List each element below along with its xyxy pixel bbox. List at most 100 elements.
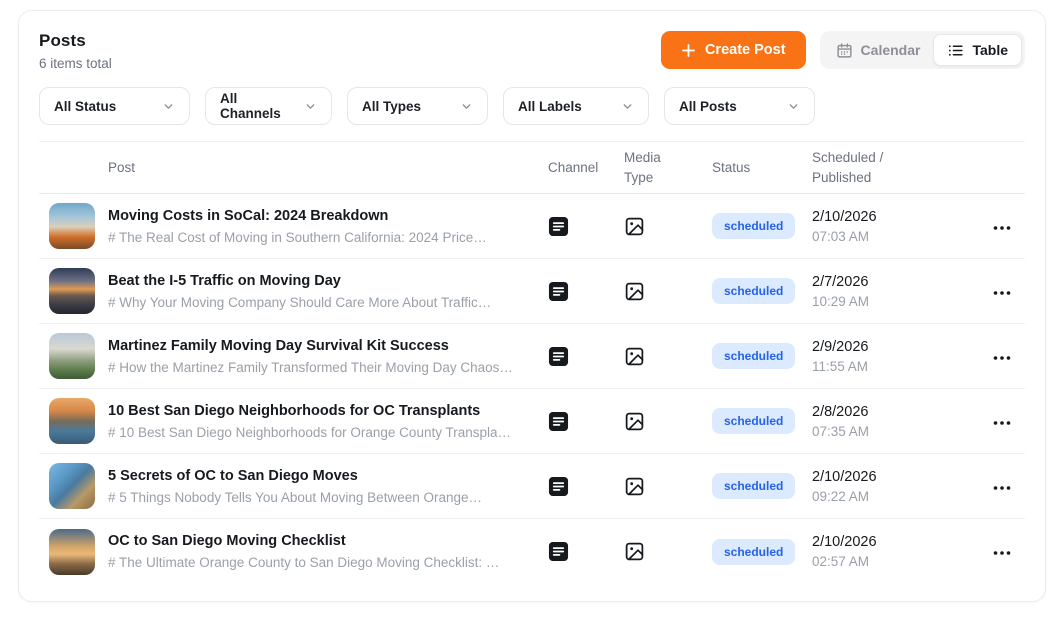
row-actions-button[interactable] [989, 215, 1025, 238]
status-badge: scheduled [712, 343, 795, 369]
blog-post-icon [548, 216, 624, 237]
items-total: 6 items total [39, 56, 112, 71]
image-icon [624, 541, 712, 562]
topbar-actions: Create Post Calendar Table [661, 31, 1025, 69]
row-actions-button[interactable] [989, 475, 1025, 498]
post-title: Moving Costs in SoCal: 2024 Breakdown [108, 208, 524, 224]
create-post-button[interactable]: Create Post [661, 31, 806, 69]
filter-status[interactable]: All Status [39, 87, 190, 125]
posts-panel: Posts 6 items total Create Post Calendar [18, 10, 1046, 602]
filter-posts-label: All Posts [679, 99, 737, 114]
topbar: Posts 6 items total Create Post Calendar [39, 31, 1025, 71]
post-title: Beat the I-5 Traffic on Moving Day [108, 273, 524, 289]
status-badge: scheduled [712, 473, 795, 499]
post-thumbnail [49, 398, 95, 444]
post-thumbnail [49, 203, 95, 249]
list-icon [947, 42, 964, 59]
blog-post-icon [548, 411, 624, 432]
status-badge: scheduled [712, 539, 795, 565]
status-badge: scheduled [712, 408, 795, 434]
scheduled-date: 2/10/2026 [812, 209, 989, 225]
blog-post-icon [548, 541, 624, 562]
filter-status-label: All Status [54, 99, 116, 114]
view-toggle: Calendar Table [820, 31, 1025, 69]
post-title: OC to San Diego Moving Checklist [108, 533, 524, 549]
post-subtitle: # The Ultimate Orange County to San Dieg… [108, 555, 524, 570]
ellipsis-icon [993, 219, 1011, 234]
posts-table: Post Channel Media Type Status Scheduled… [39, 141, 1025, 584]
filter-channels-label: All Channels [220, 91, 292, 121]
image-icon [624, 346, 712, 367]
scheduled-time: 07:03 AM [812, 229, 989, 244]
blog-post-icon [548, 281, 624, 302]
image-icon [624, 476, 712, 497]
scheduled-time: 10:29 AM [812, 294, 989, 309]
calendar-icon [836, 42, 853, 59]
filter-labels-label: All Labels [518, 99, 582, 114]
scheduled-time: 11:55 AM [812, 359, 989, 374]
col-header-media-type: Media Type [624, 148, 676, 187]
scheduled-date: 2/8/2026 [812, 404, 989, 420]
post-subtitle: # The Real Cost of Moving in Southern Ca… [108, 230, 524, 245]
col-header-scheduled: Scheduled / Published [812, 148, 907, 187]
scheduled-date: 2/10/2026 [812, 534, 989, 550]
row-actions-button[interactable] [989, 410, 1025, 433]
filter-types[interactable]: All Types [347, 87, 488, 125]
status-badge: scheduled [712, 213, 795, 239]
blog-post-icon [548, 346, 624, 367]
chevron-down-icon [787, 100, 800, 113]
post-thumbnail [49, 463, 95, 509]
row-actions-button[interactable] [989, 280, 1025, 303]
post-subtitle: # How the Martinez Family Transformed Th… [108, 360, 524, 375]
scheduled-time: 09:22 AM [812, 489, 989, 504]
table-view-button[interactable]: Table [933, 34, 1022, 66]
chevron-down-icon [162, 100, 175, 113]
ellipsis-icon [993, 544, 1011, 559]
status-badge: scheduled [712, 278, 795, 304]
table-row[interactable]: Moving Costs in SoCal: 2024 Breakdown # … [39, 194, 1025, 259]
scheduled-date: 2/9/2026 [812, 339, 989, 355]
table-row[interactable]: 5 Secrets of OC to San Diego Moves # 5 T… [39, 454, 1025, 519]
ellipsis-icon [993, 479, 1011, 494]
scheduled-date: 2/10/2026 [812, 469, 989, 485]
table-header: Post Channel Media Type Status Scheduled… [39, 141, 1025, 194]
image-icon [624, 411, 712, 432]
table-row[interactable]: 10 Best San Diego Neighborhoods for OC T… [39, 389, 1025, 454]
post-subtitle: # 5 Things Nobody Tells You About Moving… [108, 490, 524, 505]
chevron-down-icon [304, 100, 317, 113]
scheduled-time: 07:35 AM [812, 424, 989, 439]
filter-types-label: All Types [362, 99, 421, 114]
scheduled-date: 2/7/2026 [812, 274, 989, 290]
chevron-down-icon [460, 100, 473, 113]
row-actions-button[interactable] [989, 540, 1025, 563]
filter-labels[interactable]: All Labels [503, 87, 649, 125]
row-actions-button[interactable] [989, 345, 1025, 368]
post-title: 10 Best San Diego Neighborhoods for OC T… [108, 403, 524, 419]
calendar-view-button[interactable]: Calendar [823, 34, 934, 66]
page-title: Posts [39, 31, 112, 51]
scheduled-time: 02:57 AM [812, 554, 989, 569]
post-title: 5 Secrets of OC to San Diego Moves [108, 468, 524, 484]
table-row[interactable]: Martinez Family Moving Day Survival Kit … [39, 324, 1025, 389]
filters-bar: All Status All Channels All Types All La… [39, 87, 1025, 125]
table-row[interactable]: OC to San Diego Moving Checklist # The U… [39, 519, 1025, 584]
filter-channels[interactable]: All Channels [205, 87, 332, 125]
post-subtitle: # Why Your Moving Company Should Care Mo… [108, 295, 524, 310]
col-header-status: Status [712, 158, 812, 178]
col-header-channel: Channel [548, 158, 624, 178]
table-view-label: Table [972, 42, 1008, 58]
ellipsis-icon [993, 284, 1011, 299]
image-icon [624, 216, 712, 237]
calendar-view-label: Calendar [861, 42, 921, 58]
ellipsis-icon [993, 349, 1011, 364]
ellipsis-icon [993, 414, 1011, 429]
table-row[interactable]: Beat the I-5 Traffic on Moving Day # Why… [39, 259, 1025, 324]
post-thumbnail [49, 268, 95, 314]
post-thumbnail [49, 333, 95, 379]
post-title: Martinez Family Moving Day Survival Kit … [108, 338, 524, 354]
post-thumbnail [49, 529, 95, 575]
blog-post-icon [548, 476, 624, 497]
filter-posts[interactable]: All Posts [664, 87, 815, 125]
image-icon [624, 281, 712, 302]
page-heading: Posts 6 items total [39, 31, 112, 71]
